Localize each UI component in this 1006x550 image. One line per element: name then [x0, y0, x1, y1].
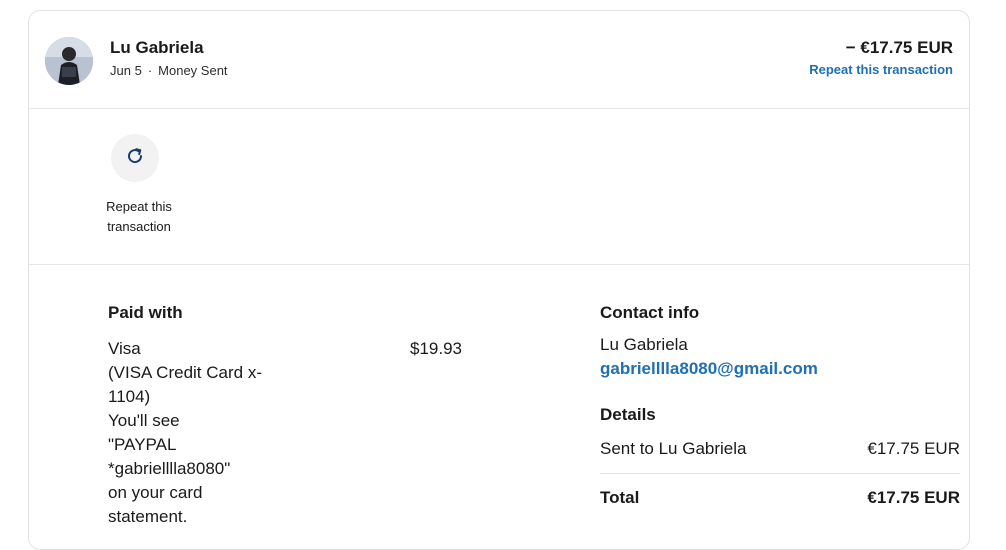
total-row: Total €17.75 EUR — [600, 488, 960, 508]
sent-to-label: Sent to Lu Gabriela — [600, 439, 747, 458]
total-label: Total — [600, 488, 640, 507]
transaction-amount: − €17.75 EUR — [845, 38, 953, 57]
payment-line: (VISA Credit Card x- — [108, 363, 262, 382]
payment-line: Visa — [108, 339, 141, 358]
details-title: Details — [600, 405, 656, 424]
total-value: €17.75 EUR — [867, 488, 960, 507]
repeat-label-line2: transaction — [107, 219, 171, 234]
details-divider — [600, 473, 960, 474]
sent-to-row: Sent to Lu Gabriela €17.75 EUR — [600, 439, 960, 459]
payment-line: "PAYPAL — [108, 435, 177, 454]
refresh-icon — [124, 145, 146, 172]
avatar — [45, 37, 93, 85]
paid-amount: $19.93 — [410, 339, 462, 358]
payment-line: 1104) — [108, 387, 151, 406]
contact-name: Lu Gabriela — [600, 335, 688, 354]
transaction-meta: Jun 5 · Money Sent — [110, 63, 228, 78]
repeat-transaction-link[interactable]: Repeat this transaction — [809, 62, 953, 77]
repeat-transaction-button[interactable] — [111, 134, 159, 182]
repeat-label-line1: Repeat this — [106, 199, 172, 214]
meta-separator: · — [147, 63, 153, 78]
transaction-type: Money Sent — [158, 63, 228, 78]
sent-to-value: €17.75 EUR — [867, 439, 960, 458]
contact-email-link[interactable]: gabrielllla8080@gmail.com — [600, 357, 818, 381]
payment-line: on your card — [108, 483, 203, 502]
contact-info-title: Contact info — [600, 303, 700, 322]
actions-bar: Repeat this transaction — [29, 109, 969, 265]
transaction-header: Lu Gabriela Jun 5 · Money Sent − €17.75 EU… — [29, 11, 969, 109]
payment-line: statement. — [108, 507, 188, 526]
payment-method: Visa (VISA Credit Card x- 1104) You'll s… — [108, 337, 293, 529]
transaction-date: Jun 5 — [110, 63, 142, 78]
payment-line: You'll see — [108, 411, 180, 430]
transaction-card: Lu Gabriela Jun 5 · Money Sent − €17.75 EU… — [28, 10, 970, 550]
recipient-name: Lu Gabriela — [110, 38, 204, 57]
repeat-transaction-label[interactable]: Repeat this transaction — [89, 197, 189, 237]
paid-with-title: Paid with — [108, 303, 183, 322]
payment-line: *gabrielllla8080" — [108, 459, 231, 478]
